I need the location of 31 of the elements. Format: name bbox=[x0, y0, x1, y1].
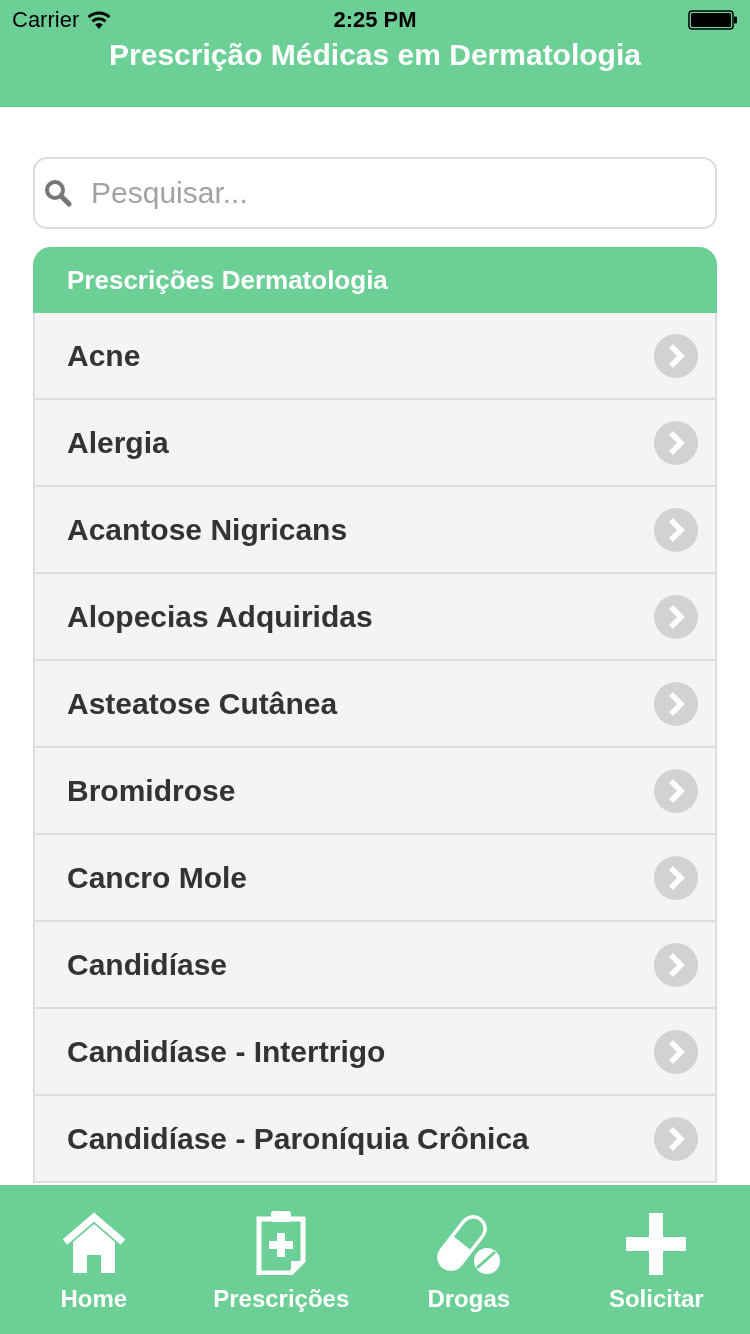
screen-title: Prescrição Médicas em Dermatologia bbox=[109, 40, 641, 70]
list-item[interactable]: Candidíase bbox=[33, 922, 717, 1009]
clock-time: 2:25 PM bbox=[333, 7, 417, 33]
chevron-icon bbox=[654, 855, 698, 900]
list-header: Prescrições Dermatologia bbox=[33, 247, 717, 313]
chevron-icon bbox=[654, 681, 698, 726]
list-item[interactable]: Cancro Mole bbox=[33, 835, 717, 922]
chevron-icon bbox=[654, 594, 698, 639]
battery-icon bbox=[688, 10, 738, 30]
plus-icon bbox=[626, 1213, 687, 1275]
chevron-icon bbox=[654, 1116, 698, 1161]
chevron-icon bbox=[654, 768, 698, 813]
chevron-icon bbox=[654, 420, 698, 465]
house-icon bbox=[60, 1211, 127, 1275]
clipboard-plus-icon bbox=[256, 1211, 307, 1275]
chevron-icon bbox=[654, 942, 698, 987]
chevron-icon bbox=[654, 333, 698, 378]
list-item[interactable]: Asteatose Cutânea bbox=[33, 661, 717, 748]
list-item[interactable]: Candidíase - Paroníquia Crônica bbox=[33, 1096, 717, 1183]
list-item[interactable]: Alopecias Adquiridas bbox=[33, 574, 717, 661]
search-icon bbox=[44, 179, 72, 207]
chevron-icon bbox=[654, 1029, 698, 1074]
chevron-icon bbox=[654, 507, 698, 552]
list-item[interactable]: Alergia bbox=[33, 400, 717, 487]
list-item[interactable]: Candidíase - Intertrigo bbox=[33, 1009, 717, 1096]
wifi-icon bbox=[87, 11, 112, 29]
search-field[interactable]: Pesquisar... bbox=[33, 157, 717, 229]
carrier-label: Carrier bbox=[12, 7, 80, 33]
list-item[interactable]: Acantose Nigricans bbox=[33, 487, 717, 574]
list-item[interactable]: Acne bbox=[33, 313, 717, 400]
list-item[interactable]: Bromidrose bbox=[33, 748, 717, 835]
